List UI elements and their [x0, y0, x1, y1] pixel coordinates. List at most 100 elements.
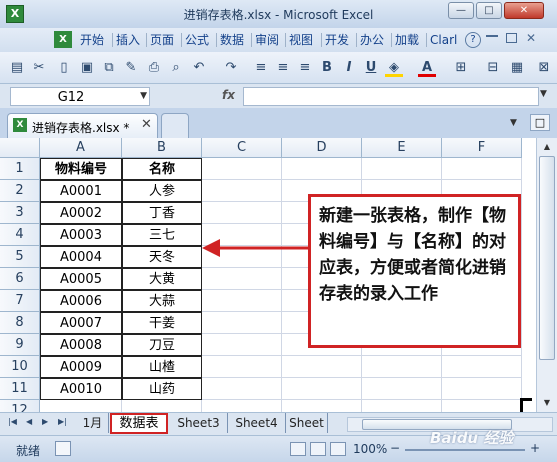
help-icon[interactable]: ?: [465, 32, 481, 48]
new-icon[interactable]: ▯: [55, 59, 73, 77]
align-right-icon[interactable]: ≡: [296, 59, 314, 77]
table-cell[interactable]: [202, 268, 282, 290]
ribbon-tab[interactable]: 开始: [80, 31, 104, 49]
row-header[interactable]: 2: [0, 180, 40, 202]
row-header[interactable]: 5: [0, 246, 40, 268]
ribbon-close-icon[interactable]: ✕: [526, 31, 536, 45]
ribbon-restore-icon[interactable]: [506, 33, 517, 43]
sheet-tab-3[interactable]: Sheet3: [170, 413, 228, 433]
table-header-cell[interactable]: 名称: [122, 158, 202, 180]
font-color-icon[interactable]: A: [418, 59, 436, 77]
table-cell[interactable]: [282, 400, 362, 412]
borders-icon[interactable]: ⊞: [452, 59, 470, 77]
ribbon-tab[interactable]: 页面: [150, 31, 174, 49]
row-header[interactable]: 3: [0, 202, 40, 224]
office-button-icon[interactable]: X: [54, 31, 72, 48]
row-header[interactable]: 12: [0, 400, 40, 412]
ribbon-tab[interactable]: 视图: [289, 31, 313, 49]
table-cell[interactable]: A0002: [40, 202, 122, 224]
print-preview-icon[interactable]: ⌕: [167, 59, 185, 77]
table-cell[interactable]: [362, 158, 442, 180]
table-cell[interactable]: [362, 400, 442, 412]
undo-icon[interactable]: ↶: [190, 59, 208, 77]
ribbon-tab[interactable]: 数据: [220, 31, 244, 49]
table-cell[interactable]: 山楂: [122, 356, 202, 378]
last-sheet-icon[interactable]: ▶|: [58, 417, 67, 426]
table-cell[interactable]: [202, 378, 282, 400]
restore-document-icon[interactable]: □: [530, 114, 550, 131]
next-sheet-icon[interactable]: ▶: [42, 417, 48, 426]
table-cell[interactable]: [202, 334, 282, 356]
ribbon-tab[interactable]: 公式: [185, 31, 209, 49]
vertical-scrollbar[interactable]: ▲ ▼: [536, 138, 557, 412]
column-header[interactable]: E: [362, 138, 442, 158]
print-icon[interactable]: ⎙: [145, 59, 163, 77]
table-cell[interactable]: [202, 158, 282, 180]
cut-icon[interactable]: ✂: [30, 59, 48, 77]
row-header[interactable]: 10: [0, 356, 40, 378]
page-break-view-icon[interactable]: [330, 442, 346, 456]
row-header[interactable]: 11: [0, 378, 40, 400]
table-cell[interactable]: 三七: [122, 224, 202, 246]
align-center-icon[interactable]: ≡: [274, 59, 292, 77]
redo-icon[interactable]: ↷: [222, 59, 240, 77]
table-cell[interactable]: [202, 312, 282, 334]
column-header[interactable]: B: [122, 138, 202, 158]
sheet-tab-active[interactable]: 数据表: [110, 413, 168, 434]
zoom-level[interactable]: 100%: [353, 442, 387, 456]
first-sheet-icon[interactable]: |◀: [8, 417, 17, 426]
sheet-tab-1[interactable]: 1月: [77, 413, 109, 433]
insert-function-icon[interactable]: fx: [222, 88, 235, 102]
table-cell[interactable]: 大蒜: [122, 290, 202, 312]
ribbon-tab[interactable]: 插入: [116, 31, 140, 49]
table-cell[interactable]: A0009: [40, 356, 122, 378]
table-cell[interactable]: A0004: [40, 246, 122, 268]
table-cell[interactable]: 天冬: [122, 246, 202, 268]
close-tab-icon[interactable]: ✕: [141, 117, 152, 132]
table-cell[interactable]: [442, 356, 522, 378]
toolbar-more-icon[interactable]: ⊠: [535, 59, 553, 77]
name-box[interactable]: G12 ▼: [10, 87, 150, 106]
page-layout-view-icon[interactable]: [310, 442, 326, 456]
format-painter-icon[interactable]: ✎: [122, 59, 140, 77]
row-header[interactable]: 9: [0, 334, 40, 356]
row-header[interactable]: 1: [0, 158, 40, 180]
table-cell[interactable]: [442, 400, 522, 412]
table-cell[interactable]: 干姜: [122, 312, 202, 334]
table-cell[interactable]: 人参: [122, 180, 202, 202]
italic-icon[interactable]: I: [340, 59, 358, 77]
scroll-down-icon[interactable]: ▼: [540, 396, 554, 410]
row-header[interactable]: 4: [0, 224, 40, 246]
tab-list-dropdown-icon[interactable]: ▼: [510, 118, 517, 128]
table-cell[interactable]: 山药: [122, 378, 202, 400]
minimize-button[interactable]: —: [448, 2, 474, 19]
ribbon-tab[interactable]: 办公: [360, 31, 384, 49]
table-cell[interactable]: [362, 378, 442, 400]
column-header[interactable]: C: [202, 138, 282, 158]
ribbon-tab[interactable]: 开发: [325, 31, 349, 49]
table-cell[interactable]: [362, 356, 442, 378]
table-cell[interactable]: A0008: [40, 334, 122, 356]
chevron-down-icon[interactable]: ▼: [140, 91, 147, 101]
ribbon-tab[interactable]: Clarl: [430, 31, 457, 49]
normal-view-icon[interactable]: [290, 442, 306, 456]
ribbon-minimize-icon[interactable]: [486, 35, 498, 37]
table-cell[interactable]: [202, 202, 282, 224]
prev-sheet-icon[interactable]: ◀: [26, 417, 32, 426]
table-cell[interactable]: A0003: [40, 224, 122, 246]
table-cell[interactable]: A0005: [40, 268, 122, 290]
wrap-icon[interactable]: ▦: [508, 59, 526, 77]
table-cell[interactable]: [282, 378, 362, 400]
document-tab[interactable]: X 进销存表格.xlsx * ✕: [7, 113, 158, 138]
table-cell[interactable]: [40, 400, 122, 412]
ribbon-tab[interactable]: 加载: [395, 31, 419, 49]
align-left-icon[interactable]: ≡: [252, 59, 270, 77]
table-cell[interactable]: [442, 158, 522, 180]
table-cell[interactable]: A0007: [40, 312, 122, 334]
expand-formula-bar-icon[interactable]: ▼: [540, 89, 547, 99]
scroll-up-icon[interactable]: ▲: [540, 140, 554, 154]
zoom-out-icon[interactable]: −: [390, 441, 400, 455]
table-cell[interactable]: A0001: [40, 180, 122, 202]
table-header-cell[interactable]: 物料编号: [40, 158, 122, 180]
select-all-corner[interactable]: [0, 138, 40, 158]
